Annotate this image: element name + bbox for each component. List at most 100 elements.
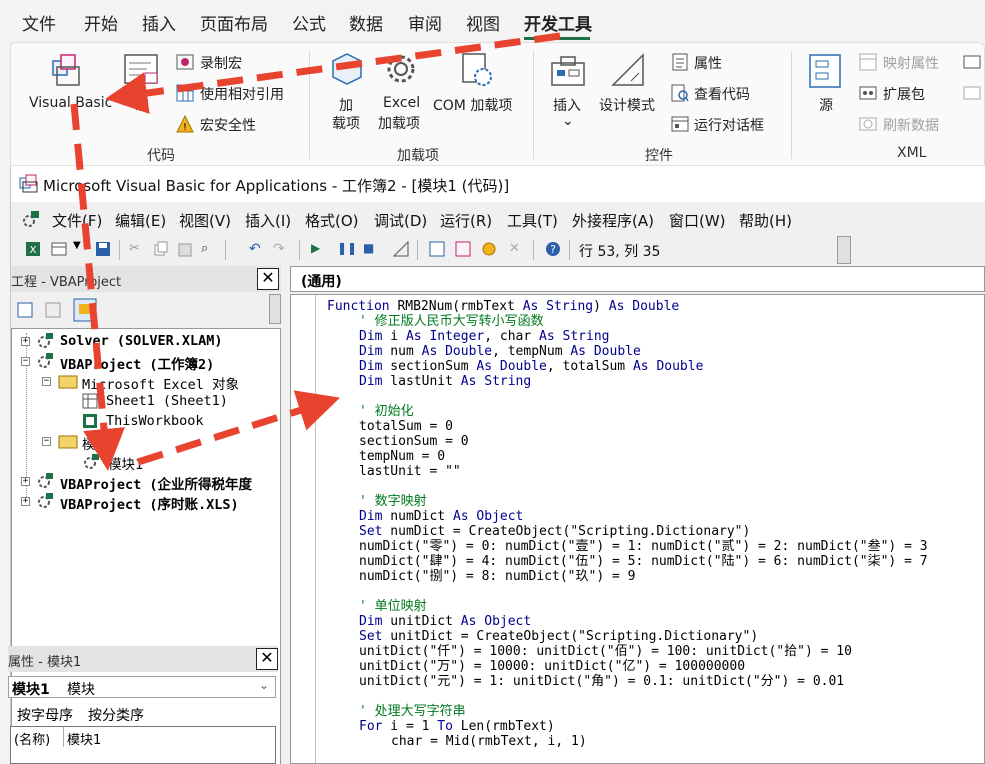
tree-node-thisworkbook[interactable]: ThisWorkbook (106, 413, 204, 429)
code-editor[interactable]: Function RMB2Num(rmbText As String) As D… (290, 294, 985, 764)
tab-review[interactable]: 审阅 (408, 10, 442, 35)
expand-icon[interactable]: + (21, 477, 30, 486)
properties-object-select[interactable]: 模块1 模块 ⌄ (8, 676, 276, 698)
pause-icon[interactable]: ❚❚ (337, 241, 357, 257)
tab-file[interactable]: 文件 (22, 10, 56, 35)
code-line[interactable]: ' 数字映射 (359, 494, 427, 509)
map-properties-button[interactable]: 映射属性 (883, 53, 939, 73)
code-line[interactable]: Set unitDict = CreateObject("Scripting.D… (359, 629, 758, 644)
tree-node-solver[interactable]: Solver (SOLVER.XLAM) (60, 333, 223, 349)
view-code-button[interactable]: 查看代码 (694, 84, 750, 104)
find-icon[interactable]: ⌕ (201, 241, 217, 257)
menu-format[interactable]: 格式(O) (305, 210, 359, 231)
view-object-icon[interactable] (45, 302, 61, 318)
menu-run[interactable]: 运行(R) (440, 210, 492, 231)
menu-window[interactable]: 窗口(W) (669, 210, 726, 231)
code-line[interactable]: Dim sectionSum As Double, totalSum As Do… (359, 359, 703, 374)
visual-basic-button[interactable]: Visual Basic (29, 95, 112, 111)
redo-icon[interactable]: ↷ (273, 241, 289, 257)
expansion-packs-button[interactable]: 扩展包 (883, 84, 925, 104)
tree-node-journal-project[interactable]: VBAProject (序时账.XLS) (60, 493, 239, 513)
code-line[interactable]: numDict("零") = 0: numDict("壹") = 1: numD… (359, 539, 928, 554)
menu-insert[interactable]: 插入(I) (245, 210, 291, 231)
project-explorer-icon[interactable] (429, 241, 445, 257)
code-line[interactable]: numDict("肆") = 4: numDict("伍") = 5: numD… (359, 554, 928, 569)
tab-data[interactable]: 数据 (349, 10, 383, 35)
tree-node-sheet1[interactable]: Sheet1 (Sheet1) (106, 393, 228, 409)
tab-page-layout[interactable]: 页面布局 (200, 10, 268, 35)
code-line[interactable]: totalSum = 0 (359, 419, 453, 434)
code-line[interactable]: ' 初始化 (359, 404, 414, 419)
code-line[interactable]: Dim lastUnit As String (359, 374, 531, 389)
cut-icon[interactable]: ✂ (129, 241, 145, 257)
tree-node-excel-objects[interactable]: Microsoft Excel 对象 (82, 373, 239, 393)
collapse-icon[interactable]: − (42, 377, 51, 386)
excel-addins-button-line2[interactable]: 加载项 (378, 113, 420, 133)
property-value[interactable]: 模块1 (67, 729, 101, 748)
menu-view[interactable]: 视图(V) (179, 210, 231, 231)
help-icon[interactable]: ? (545, 241, 561, 257)
toolbox-icon[interactable]: ✕ (509, 241, 525, 257)
code-line[interactable]: Dim numDict As Object (359, 509, 523, 524)
properties-window-icon[interactable] (455, 241, 471, 257)
tab-categorized[interactable]: 按分类序 (88, 705, 144, 725)
code-line[interactable]: sectionSum = 0 (359, 434, 469, 449)
com-addins-button[interactable]: COM 加载项 (433, 95, 512, 115)
addins-button-line1[interactable]: 加 (339, 95, 353, 115)
macros-button[interactable]: 宏 (135, 95, 149, 115)
code-line[interactable]: Function RMB2Num(rmbText As String) As D… (327, 299, 679, 314)
tree-node-module1[interactable]: 模块1 (108, 453, 143, 473)
xml-source-button[interactable]: 源 (819, 95, 833, 115)
tab-alphabetic[interactable]: 按字母序 (15, 705, 75, 725)
code-line[interactable]: For i = 1 To Len(rmbText) (359, 719, 555, 734)
toolbar-overflow[interactable] (837, 236, 851, 264)
code-line[interactable]: lastUnit = "" (359, 464, 461, 479)
menu-help[interactable]: 帮助(H) (739, 210, 792, 231)
tree-node-modules[interactable]: 模块 (82, 433, 109, 453)
code-line[interactable]: unitDict("元") = 1: unitDict("角") = 0.1: … (359, 674, 844, 689)
close-properties-panel-button[interactable]: ✕ (256, 648, 278, 670)
tab-developer[interactable]: 开发工具 (524, 10, 592, 35)
record-macro-button[interactable]: 录制宏 (200, 53, 242, 73)
stop-icon[interactable]: ■ (363, 241, 379, 257)
macro-security-button[interactable]: 宏安全性 (200, 115, 256, 135)
menu-file[interactable]: 文件(F) (52, 210, 102, 231)
code-line[interactable]: Set numDict = CreateObject("Scripting.Di… (359, 524, 750, 539)
insert-module-icon[interactable] (51, 241, 67, 257)
expand-icon[interactable]: + (21, 497, 30, 506)
tab-formulas[interactable]: 公式 (292, 10, 326, 35)
properties-button[interactable]: 属性 (694, 53, 722, 73)
code-line[interactable]: Dim unitDict As Object (359, 614, 531, 629)
code-line[interactable]: char = Mid(rmbText, i, 1) (391, 734, 587, 749)
copy-icon[interactable] (153, 241, 169, 257)
menu-tools[interactable]: 工具(T) (507, 210, 558, 231)
paste-icon[interactable] (177, 241, 193, 257)
tab-view[interactable]: 视图 (466, 10, 500, 35)
run-icon[interactable]: ▶ (311, 241, 327, 257)
code-line[interactable]: ' 修正版人民币大写转小写函数 (359, 314, 544, 329)
save-icon[interactable] (95, 241, 111, 257)
run-dialog-button[interactable]: 运行对话框 (694, 115, 764, 135)
code-line[interactable]: tempNum = 0 (359, 449, 445, 464)
tree-node-workbook2[interactable]: VBAProject (工作簿2) (60, 353, 214, 373)
view-excel-icon[interactable]: X (25, 241, 41, 257)
code-line[interactable]: numDict("捌") = 8: numDict("玖") = 9 (359, 569, 635, 584)
collapse-icon[interactable]: − (21, 357, 30, 366)
code-object-combo[interactable]: (通用) (290, 266, 985, 292)
collapse-icon[interactable]: − (42, 437, 51, 446)
tab-home[interactable]: 开始 (84, 10, 118, 35)
insert-control-button[interactable]: 插入 (553, 95, 581, 115)
code-line[interactable]: Dim i As Integer, char As String (359, 329, 610, 344)
tree-node-tax-project[interactable]: VBAProject (企业所得税年度 (60, 473, 252, 493)
code-line[interactable]: ' 单位映射 (359, 599, 427, 614)
relative-reference-button[interactable]: 使用相对引用 (200, 84, 284, 104)
toggle-folders-icon[interactable] (73, 298, 97, 322)
dropdown-arrow-icon[interactable]: ▼ (73, 240, 81, 251)
close-project-panel-button[interactable]: ✕ (257, 268, 279, 290)
code-line[interactable]: unitDict("万") = 10000: unitDict("亿") = 1… (359, 659, 745, 674)
addins-button-line2[interactable]: 载项 (332, 113, 360, 133)
project-panel-scroll[interactable] (269, 294, 281, 324)
menu-edit[interactable]: 编辑(E) (115, 210, 166, 231)
excel-addins-button-line1[interactable]: Excel (383, 95, 420, 111)
code-line[interactable]: Dim num As Double, tempNum As Double (359, 344, 641, 359)
